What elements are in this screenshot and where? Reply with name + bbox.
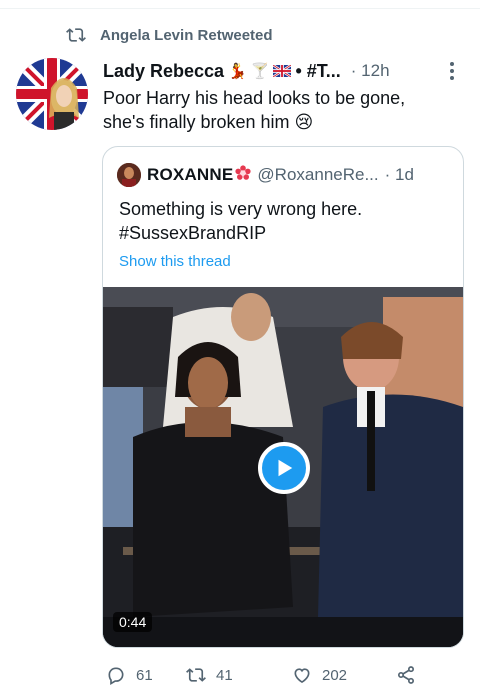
quoted-tweet-body: Something is very wrong here. #SussexBra… <box>119 197 449 245</box>
video-duration-badge: 0:44 <box>113 612 153 632</box>
tweet-header: Lady Rebecca 💃 🍸 • #T... · 12h <box>103 58 460 84</box>
quoted-time-value: 1d <box>395 165 414 184</box>
tweet-time-value: 12h <box>361 61 390 80</box>
retweet-banner[interactable]: Angela Levin Retweeted <box>66 25 273 45</box>
tweet-time-separator: · <box>350 61 357 80</box>
author-display-name[interactable]: Lady Rebecca <box>103 61 224 82</box>
retweet-action-icon <box>186 668 206 682</box>
rosette-icon <box>235 164 252 180</box>
rosette-emoji <box>235 164 252 186</box>
crying-face-emoji: 😢 <box>294 112 314 132</box>
tweet-text-line1: Poor Harry his head looks to be gone, <box>103 88 406 108</box>
quoted-time-separator: · <box>384 165 391 184</box>
cocktail-emoji: 🍸 <box>250 63 270 80</box>
quoted-tweet-card[interactable]: ROXANNE @RoxanneRe... · 1d Something is … <box>102 146 464 648</box>
video-player[interactable]: 0:44 <box>103 287 463 647</box>
like-button[interactable]: 202 <box>292 665 396 685</box>
top-divider <box>0 8 480 9</box>
retweet-button[interactable]: 41 <box>186 665 292 685</box>
play-icon <box>278 459 293 477</box>
more-options-icon[interactable] <box>444 60 460 82</box>
reply-icon <box>108 667 124 685</box>
reply-count: 61 <box>136 666 153 684</box>
author-name-tail: • #T... <box>295 60 341 81</box>
union-jack-avatar-image <box>16 58 88 130</box>
like-count: 202 <box>322 666 348 684</box>
tweet-text-line2: she's finally broken him <box>103 112 290 132</box>
retweet-icon <box>66 28 86 42</box>
tweet-action-bar: 61 41 202 <box>106 663 426 687</box>
quoted-author-name[interactable]: ROXANNE <box>147 165 233 185</box>
retweet-count: 41 <box>216 666 233 684</box>
tweet-body: Poor Harry his head looks to be gone, sh… <box>103 86 463 134</box>
reply-button[interactable]: 61 <box>106 665 186 685</box>
uk-flag-emoji <box>273 65 292 77</box>
dancer-emoji: 💃 <box>228 63 247 80</box>
quoted-timestamp[interactable]: · 1d <box>385 165 414 185</box>
quoted-avatar-image <box>117 163 141 187</box>
share-button[interactable] <box>396 665 426 685</box>
tweet-timestamp[interactable]: · 12h <box>351 61 390 81</box>
author-avatar[interactable] <box>16 58 88 130</box>
retweet-banner-text: Angela Levin Retweeted <box>100 26 273 44</box>
quoted-author-avatar[interactable] <box>117 163 141 187</box>
show-thread-link[interactable]: Show this thread <box>119 253 231 270</box>
share-icon <box>398 666 414 684</box>
tweet-text-line2-wrap: she's finally broken him 😢 <box>103 110 463 134</box>
quoted-hashtag[interactable]: #SussexBrandRIP <box>119 221 449 245</box>
heart-icon <box>294 668 310 684</box>
uk-flag-icon <box>273 65 292 77</box>
play-button[interactable] <box>258 442 310 494</box>
quoted-tweet-header: ROXANNE @RoxanneRe... · 1d <box>117 163 451 187</box>
quoted-author-handle: @RoxanneRe... <box>257 165 379 184</box>
quoted-text-line1: Something is very wrong here. <box>119 199 363 219</box>
